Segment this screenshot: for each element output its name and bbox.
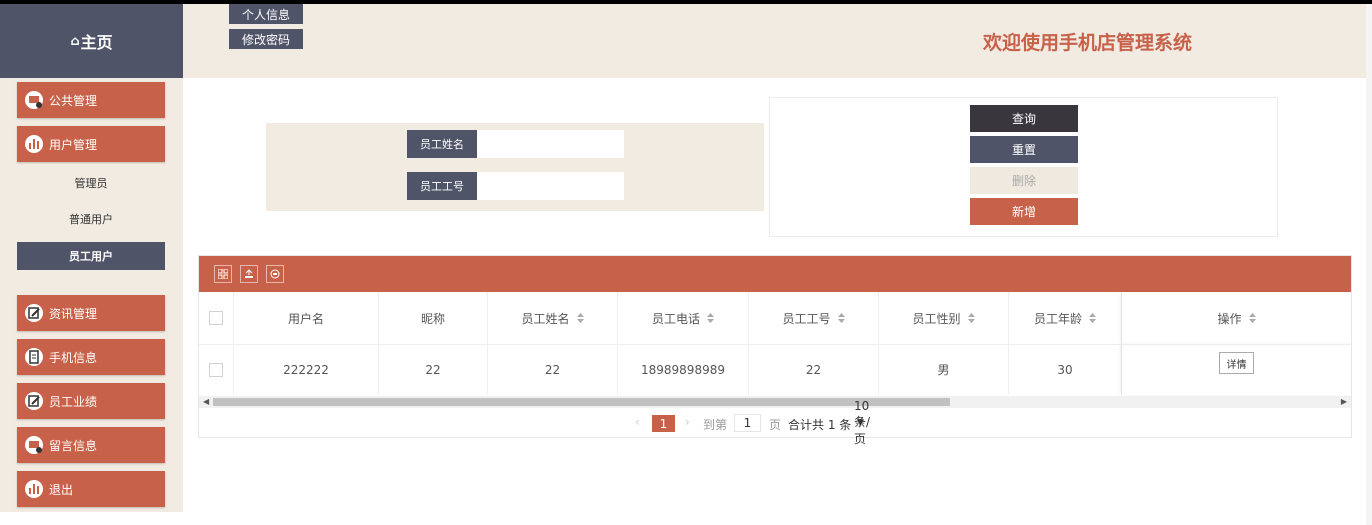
menu-user-management[interactable]: 用户管理 <box>17 126 165 162</box>
sort-icon[interactable] <box>967 313 975 323</box>
table-cell: 222222 <box>234 344 379 395</box>
column-header[interactable]: 员工电话 <box>618 292 749 344</box>
column-header[interactable]: 员工姓名 <box>488 292 618 344</box>
staff-id-input[interactable] <box>477 172 624 200</box>
column-header-label: 昵称 <box>420 311 445 326</box>
menu-label: 资讯管理 <box>49 306 98 321</box>
table-toolbar <box>199 256 1351 292</box>
columns-filter-button[interactable] <box>214 265 232 283</box>
submenu-normal-user[interactable]: 普通用户 <box>17 205 165 233</box>
sort-icon[interactable] <box>707 313 714 323</box>
search-form: 员工姓名 员工工号 <box>266 123 764 211</box>
detail-button[interactable]: 详情 <box>1219 352 1254 374</box>
bar-chart-icon <box>25 480 43 498</box>
page-unit-label: 页 <box>769 418 782 432</box>
menu-phone-info[interactable]: 手机信息 <box>17 339 165 375</box>
scrollbar-thumb[interactable] <box>213 398 950 406</box>
table-cell: 22 <box>749 344 879 395</box>
table-cell: 22 <box>488 344 618 395</box>
menu-label: 公共管理 <box>49 93 98 108</box>
change-password-button[interactable]: 修改密码 <box>229 29 303 49</box>
menu-staff-performance[interactable]: 员工业绩 <box>17 383 165 419</box>
export-button[interactable] <box>240 265 258 283</box>
column-header[interactable]: 操作 <box>1122 292 1351 344</box>
dashboard-icon <box>25 436 43 454</box>
bar-chart-icon <box>25 135 43 153</box>
table-cell: 30 <box>1009 344 1122 395</box>
action-cell: 详情 <box>1122 344 1351 395</box>
print-icon <box>270 269 280 279</box>
action-panel: 查询 重置 删除 新增 <box>769 97 1278 237</box>
horizontal-scrollbar[interactable]: ◀ ▶ <box>199 396 1351 408</box>
column-header[interactable]: 员工年龄 <box>1009 292 1122 344</box>
home-label: 主页 <box>80 33 113 52</box>
sort-icon[interactable] <box>576 313 584 323</box>
menu-messages[interactable]: 留言信息 <box>17 427 165 463</box>
delete-button[interactable]: 删除 <box>970 167 1078 194</box>
home-icon: ⌂ <box>70 33 80 49</box>
column-header[interactable]: 员工性别 <box>879 292 1009 344</box>
select-all-checkbox[interactable] <box>209 311 223 325</box>
home-link[interactable]: ⌂ 主页 <box>0 4 183 78</box>
staff-id-label: 员工工号 <box>407 172 477 200</box>
profile-button[interactable]: 个人信息 <box>229 4 303 24</box>
goto-label: 到第 <box>703 418 728 432</box>
sort-icon[interactable] <box>837 313 845 323</box>
total-count: 合计共 1 条 <box>788 418 852 432</box>
menu-label: 员工业绩 <box>49 394 98 409</box>
column-header-label: 员工姓名 <box>521 311 570 326</box>
reset-button[interactable]: 重置 <box>970 136 1078 163</box>
prev-page-icon[interactable]: ‹ <box>635 415 640 429</box>
column-header-label: 用户名 <box>287 311 324 326</box>
column-header-label: 员工年龄 <box>1033 311 1082 326</box>
scroll-right-icon[interactable]: ▶ <box>1341 397 1347 406</box>
row-select-cell <box>199 344 234 395</box>
menu-label: 手机信息 <box>49 350 98 365</box>
edit-icon <box>25 392 43 410</box>
menu-public-management[interactable]: 公共管理 <box>17 82 165 118</box>
scroll-left-icon[interactable]: ◀ <box>203 397 209 406</box>
submenu-admin[interactable]: 管理员 <box>17 169 165 197</box>
system-title: 欢迎使用手机店管理系统 <box>983 32 1193 54</box>
column-header[interactable]: 用户名 <box>234 292 379 344</box>
column-header-label: 员工电话 <box>651 311 700 326</box>
column-header-label: 操作 <box>1217 311 1242 326</box>
table-cell: 18989898989 <box>618 344 749 395</box>
grid-icon <box>218 269 228 279</box>
column-header[interactable]: 昵称 <box>379 292 488 344</box>
clipboard-icon <box>25 348 43 366</box>
vertical-scrollbar[interactable] <box>1366 4 1372 525</box>
goto-page-input[interactable]: 1 <box>734 414 761 432</box>
staff-name-input[interactable] <box>477 130 624 158</box>
sort-icon[interactable] <box>1089 313 1096 323</box>
next-page-icon[interactable]: › <box>685 415 690 429</box>
submenu-staff-user[interactable]: 员工用户 <box>17 242 165 270</box>
data-table: 用户名 昵称 员工姓名 员工电话 员工工号 员工性别 员工年龄 操作 22222… <box>198 255 1352 446</box>
menu-logout[interactable]: 退出 <box>17 471 165 507</box>
staff-name-label: 员工姓名 <box>407 130 477 158</box>
menu-label: 退出 <box>49 482 74 497</box>
export-icon <box>245 269 253 278</box>
menu-news-management[interactable]: 资讯管理 <box>17 295 165 331</box>
pagination: ‹ 1 › 到第 1 页 合计共 1 条 10 条/页 ▼ <box>199 399 1351 446</box>
print-button[interactable] <box>266 265 284 283</box>
top-header: 个人信息 修改密码 欢迎使用手机店管理系统 <box>183 4 1372 78</box>
table-cell: 男 <box>879 344 1009 395</box>
row-checkbox[interactable] <box>209 362 223 377</box>
edit-icon <box>25 304 43 322</box>
sort-icon[interactable] <box>1248 313 1256 323</box>
dashboard-icon <box>25 91 43 109</box>
chevron-down-icon: ▼ <box>857 418 864 428</box>
select-all-cell <box>199 292 234 344</box>
table-cell: 22 <box>379 344 488 395</box>
current-page[interactable]: 1 <box>652 415 675 432</box>
menu-label: 留言信息 <box>49 438 98 453</box>
column-header-label: 员工性别 <box>912 311 961 326</box>
add-button[interactable]: 新增 <box>970 198 1078 225</box>
query-button[interactable]: 查询 <box>970 105 1078 132</box>
column-header[interactable]: 员工工号 <box>749 292 879 344</box>
column-header-label: 员工工号 <box>782 311 831 326</box>
menu-label: 用户管理 <box>49 137 98 152</box>
